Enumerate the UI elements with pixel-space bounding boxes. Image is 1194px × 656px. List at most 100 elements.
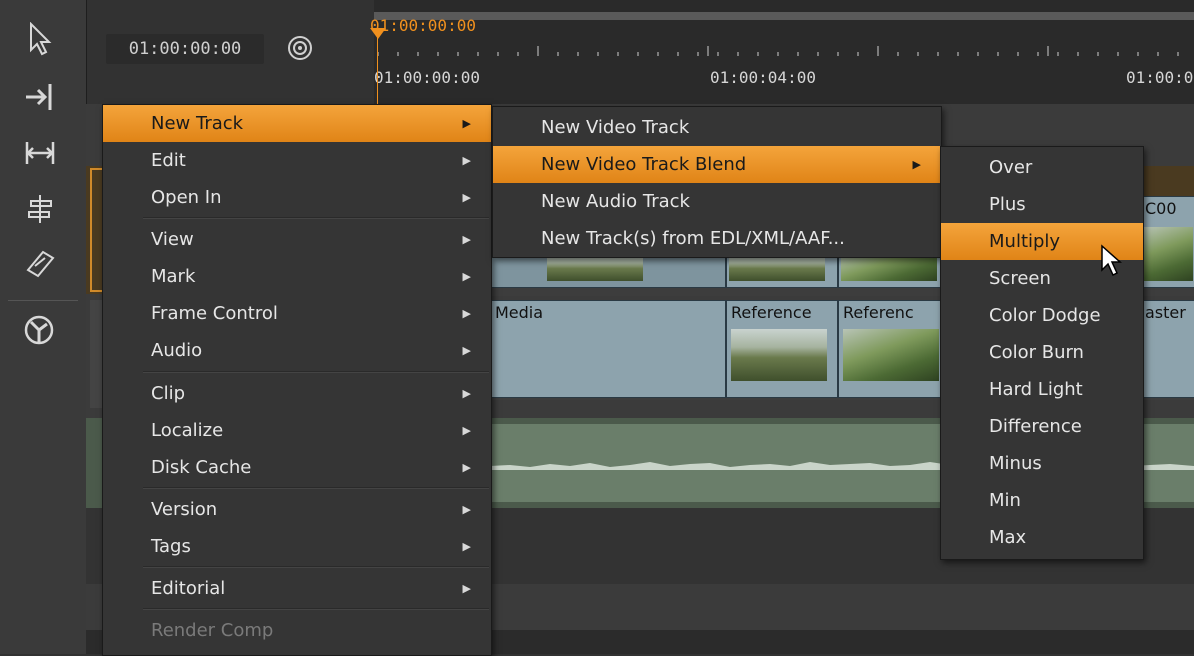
submenu-arrow-icon: ▶	[462, 424, 471, 437]
select-tool-button[interactable]	[20, 21, 60, 62]
menu-item-label: View	[151, 229, 194, 250]
menu-item-label: Minus	[989, 453, 1042, 474]
submenu-arrow-icon: ▶	[462, 154, 471, 167]
menu-item-editorial[interactable]: Editorial ▶	[103, 570, 491, 607]
menu-item-label: Hard Light	[989, 379, 1083, 400]
menu-item-min[interactable]: Min	[941, 482, 1143, 519]
menu-separator	[143, 566, 489, 568]
menu-item-clip[interactable]: Clip ▶	[103, 375, 491, 412]
video-clip-media[interactable]: Media	[490, 300, 726, 398]
menu-item-label: Color Burn	[989, 342, 1084, 363]
razor-tool-button[interactable]	[20, 246, 60, 286]
menu-item-new-audio-track[interactable]: New Audio Track	[493, 183, 941, 220]
clip-label: C00	[1145, 199, 1177, 218]
menu-item-tags[interactable]: Tags ▶	[103, 528, 491, 565]
submenu-arrow-icon: ▶	[462, 503, 471, 516]
timeline-scrollbar[interactable]	[374, 12, 1194, 20]
menu-item-over[interactable]: Over	[941, 149, 1143, 186]
menu-item-version[interactable]: Version ▶	[103, 491, 491, 528]
video-clip-reference[interactable]: Referenc	[838, 300, 950, 398]
menu-item-label: Disk Cache	[151, 457, 252, 478]
menu-item-max[interactable]: Max	[941, 519, 1143, 556]
clip-thumbnail	[843, 329, 939, 381]
playhead-line	[377, 36, 378, 106]
menu-item-color-dodge[interactable]: Color Dodge	[941, 297, 1143, 334]
menu-item-localize[interactable]: Localize ▶	[103, 412, 491, 449]
submenu-arrow-icon: ▶	[912, 158, 921, 171]
menu-item-label: Render Comp	[151, 620, 274, 641]
clip-label: Reference	[731, 303, 812, 322]
audio-sync-tool-button[interactable]	[20, 314, 60, 354]
menu-item-label: Screen	[989, 268, 1051, 289]
blend-mode-submenu: Over Plus Multiply Screen Color Dodge Co…	[940, 146, 1144, 560]
menu-item-label: New Video Track	[541, 117, 690, 138]
menu-item-new-track[interactable]: New Track ▶	[103, 105, 491, 142]
submenu-arrow-icon: ▶	[462, 307, 471, 320]
video-clip[interactable]: aster	[1140, 300, 1194, 398]
toolbar-divider	[8, 300, 78, 301]
snap-button[interactable]	[286, 34, 316, 64]
menu-item-label: Editorial	[151, 578, 226, 599]
menu-separator	[143, 217, 489, 219]
timecode-display[interactable]: 01:00:00:00	[106, 34, 264, 64]
audio-sync-icon	[24, 315, 54, 345]
ruler-label: 01:00:00:00	[374, 68, 480, 87]
menu-item-label: New Video Track Blend	[541, 154, 747, 175]
mouse-cursor-icon	[1101, 244, 1122, 277]
track-select-tool-button[interactable]	[20, 80, 60, 120]
menu-item-audio[interactable]: Audio ▶	[103, 332, 491, 369]
submenu-arrow-icon: ▶	[462, 387, 471, 400]
menu-item-label: Plus	[989, 194, 1026, 215]
menu-item-label: Difference	[989, 416, 1082, 437]
menu-item-disk-cache[interactable]: Disk Cache ▶	[103, 449, 491, 486]
clip-thumbnail	[1143, 227, 1193, 281]
menu-item-label: Color Dodge	[989, 305, 1101, 326]
menu-item-label: Clip	[151, 383, 185, 404]
menu-item-render-comp: Render Comp	[103, 612, 491, 649]
clip-label: Referenc	[843, 303, 914, 322]
submenu-arrow-icon: ▶	[462, 344, 471, 357]
menu-item-label: Open In	[151, 187, 222, 208]
menu-item-label: Over	[989, 157, 1033, 178]
ruler-label: 01:00:0	[1126, 68, 1194, 87]
playhead-handle[interactable]	[370, 28, 386, 39]
slide-icon	[28, 195, 52, 223]
menu-item-new-track-from-edl[interactable]: New Track(s) from EDL/XML/AAF...	[493, 220, 941, 257]
submenu-arrow-icon: ▶	[462, 233, 471, 246]
clip-label: aster	[1145, 303, 1186, 322]
video-clip-reference[interactable]: Reference	[726, 300, 838, 398]
menu-item-plus[interactable]: Plus	[941, 186, 1143, 223]
slide-tool-button[interactable]	[20, 192, 60, 232]
menu-item-open-in[interactable]: Open In ▶	[103, 179, 491, 216]
menu-item-minus[interactable]: Minus	[941, 445, 1143, 482]
menu-item-color-burn[interactable]: Color Burn	[941, 334, 1143, 371]
slip-icon	[25, 142, 55, 164]
menu-item-edit[interactable]: Edit ▶	[103, 142, 491, 179]
menu-item-label: Min	[989, 490, 1021, 511]
menu-item-label: New Audio Track	[541, 191, 690, 212]
menu-item-label: Multiply	[989, 231, 1061, 252]
menu-item-label: Localize	[151, 420, 224, 441]
ruler-ticks	[377, 46, 1179, 56]
menu-item-label: Frame Control	[151, 303, 278, 324]
menu-item-label: Edit	[151, 150, 186, 171]
snap-icon	[288, 36, 312, 60]
submenu-arrow-icon: ▶	[462, 461, 471, 474]
menu-item-hard-light[interactable]: Hard Light	[941, 371, 1143, 408]
menu-item-label: Version	[151, 499, 218, 520]
new-track-submenu: New Video Track New Video Track Blend ▶ N…	[492, 106, 942, 258]
menu-item-difference[interactable]: Difference	[941, 408, 1143, 445]
tool-palette	[0, 0, 87, 654]
menu-item-label: Max	[989, 527, 1027, 548]
slip-tool-button[interactable]	[20, 136, 60, 176]
menu-item-new-video-track-blend[interactable]: New Video Track Blend ▶	[493, 146, 941, 183]
menu-item-label: New Track(s) from EDL/XML/AAF...	[541, 228, 845, 249]
menu-item-label: Mark	[151, 266, 196, 287]
razor-icon	[26, 250, 55, 278]
menu-item-mark[interactable]: Mark ▶	[103, 258, 491, 295]
menu-item-new-video-track[interactable]: New Video Track	[493, 109, 941, 146]
menu-item-frame-control[interactable]: Frame Control ▶	[103, 295, 491, 332]
menu-item-view[interactable]: View ▶	[103, 221, 491, 258]
video-clip[interactable]: C00	[1140, 196, 1194, 288]
context-menu: New Track ▶ Edit ▶ Open In ▶ View ▶ Mark ▶ Fr…	[102, 104, 492, 656]
